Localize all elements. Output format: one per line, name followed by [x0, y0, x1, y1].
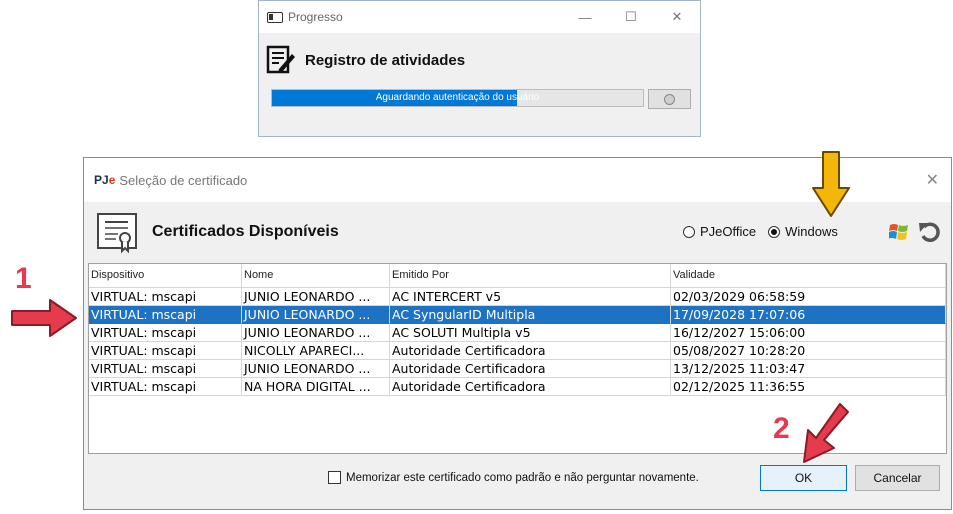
- cell-emitido-por: AC SyngularID Multipla: [390, 306, 671, 324]
- remember-option[interactable]: Memorizar este certificado como padrão e…: [328, 471, 699, 484]
- cell-dispositivo: VIRTUAL: mscapi: [89, 306, 242, 324]
- dialog-heading: Certificados Disponíveis: [152, 223, 339, 240]
- cell-nome: JUNIO LEONARDO ...: [242, 360, 390, 378]
- cell-emitido-por: Autoridade Certificadora: [390, 360, 671, 378]
- column-header-nome[interactable]: Nome: [242, 264, 390, 288]
- cell-dispositivo: VIRTUAL: mscapi: [89, 360, 242, 378]
- table-row-selected[interactable]: VIRTUAL: mscapi JUNIO LEONARDO ... AC Sy…: [89, 306, 946, 324]
- radio-button-selected[interactable]: [768, 225, 781, 238]
- cell-emitido-por: AC SOLUTI Multipla v5: [390, 324, 671, 342]
- column-header-dispositivo[interactable]: Dispositivo: [89, 264, 242, 288]
- cell-validade: 16/12/2027 15:06:00: [671, 324, 946, 342]
- activity-log-icon: [266, 45, 295, 74]
- step-number-2: 2: [773, 412, 790, 445]
- radio-pjeoffice[interactable]: PJeOffice: [683, 224, 756, 239]
- cell-dispositivo: VIRTUAL: mscapi: [89, 324, 242, 342]
- cell-validade: 02/03/2029 06:58:59: [671, 288, 946, 306]
- pje-logo: PJe: [94, 173, 116, 187]
- cell-validade: 17/09/2028 17:07:06: [671, 306, 946, 324]
- radio-windows[interactable]: Windows: [768, 224, 838, 239]
- table-row[interactable]: VIRTUAL: mscapi JUNIO LEONARDO ... AC SO…: [89, 324, 946, 342]
- cell-nome: NICOLLY APARECI...: [242, 342, 390, 360]
- cell-nome: JUNIO LEONARDO ...: [242, 324, 390, 342]
- minimize-icon[interactable]: —: [562, 1, 608, 33]
- red-arrow-ok-icon: [803, 403, 849, 463]
- source-radio-group: PJeOffice Windows: [683, 224, 850, 239]
- progress-status-text: Aguardando autenticação do usuário: [375, 92, 540, 103]
- table-row[interactable]: VIRTUAL: mscapi JUNIO LEONARDO ... AC IN…: [89, 288, 946, 306]
- close-icon[interactable]: ✕: [926, 170, 939, 190]
- dialog-title: Seleção de certificado: [119, 172, 248, 188]
- certificate-icon: [97, 213, 137, 254]
- table-row[interactable]: VIRTUAL: mscapi JUNIO LEONARDO ... Autor…: [89, 360, 946, 378]
- table-header: Dispositivo Nome Emitido Por Validade: [89, 264, 946, 288]
- cell-dispositivo: VIRTUAL: mscapi: [89, 378, 242, 396]
- progress-window: Progresso — ☐ ✕ Registro de atividades A…: [258, 0, 701, 137]
- cell-dispositivo: VIRTUAL: mscapi: [89, 342, 242, 360]
- cell-nome: NA HORA DIGITAL ...: [242, 378, 390, 396]
- red-arrow-row-icon: [11, 299, 77, 337]
- column-header-validade[interactable]: Validade: [671, 264, 946, 288]
- table-row[interactable]: VIRTUAL: mscapi NA HORA DIGITAL ... Auto…: [89, 378, 946, 396]
- progress-titlebar: Progresso — ☐ ✕: [259, 1, 700, 33]
- windows-logo-icon[interactable]: [889, 222, 909, 242]
- cell-emitido-por: Autoridade Certificadora: [390, 378, 671, 396]
- radio-button[interactable]: [683, 225, 695, 238]
- cell-emitido-por: Autoridade Certificadora: [390, 342, 671, 360]
- close-icon[interactable]: ✕: [654, 1, 700, 33]
- refresh-icon[interactable]: [918, 220, 942, 244]
- remember-label: Memorizar este certificado como padrão e…: [346, 471, 699, 484]
- step-number-1: 1: [15, 262, 32, 295]
- cell-nome: JUNIO LEONARDO ...: [242, 288, 390, 306]
- progress-bar: Aguardando autenticação do usuário: [271, 89, 644, 107]
- cell-emitido-por: AC INTERCERT v5: [390, 288, 671, 306]
- cell-dispositivo: VIRTUAL: mscapi: [89, 288, 242, 306]
- cell-validade: 05/08/2027 10:28:20: [671, 342, 946, 360]
- window-icon: [267, 11, 283, 23]
- cell-nome: JUNIO LEONARDO ...: [242, 306, 390, 324]
- table-row[interactable]: VIRTUAL: mscapi NICOLLY APARECI... Autor…: [89, 342, 946, 360]
- column-header-emitido-por[interactable]: Emitido Por: [390, 264, 671, 288]
- cell-validade: 13/12/2025 11:03:47: [671, 360, 946, 378]
- progress-window-title: Progresso: [288, 10, 343, 24]
- stop-icon: [664, 93, 675, 105]
- maximize-icon[interactable]: ☐: [608, 1, 654, 33]
- progress-cancel-button[interactable]: [648, 89, 691, 109]
- yellow-arrow-windows-icon: [812, 151, 850, 217]
- remember-checkbox[interactable]: [328, 471, 341, 484]
- cell-validade: 02/12/2025 11:36:55: [671, 378, 946, 396]
- progress-heading: Registro de atividades: [305, 51, 466, 69]
- cancel-button[interactable]: Cancelar: [855, 465, 940, 491]
- ok-button[interactable]: OK: [760, 465, 847, 491]
